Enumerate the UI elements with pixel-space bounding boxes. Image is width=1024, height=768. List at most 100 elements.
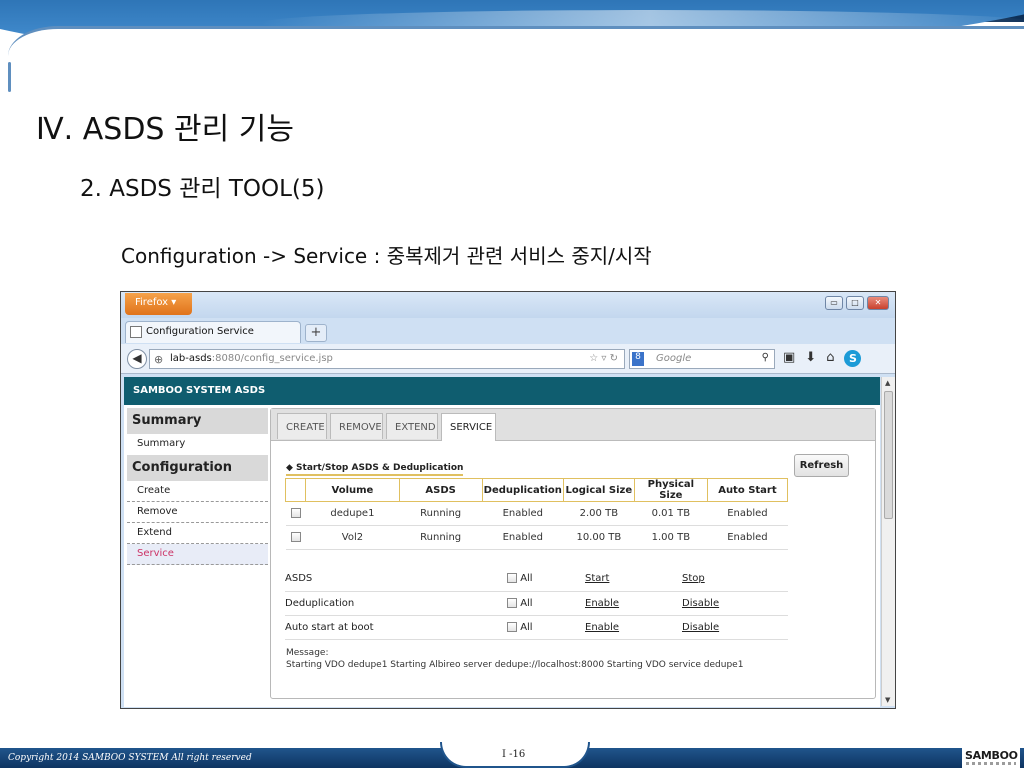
tab-service[interactable]: SERVICE xyxy=(441,413,496,441)
stop-link[interactable]: Stop xyxy=(682,573,705,584)
site-identity-icon: ⊕ xyxy=(154,353,164,366)
scroll-up-icon[interactable]: ▲ xyxy=(885,379,890,387)
search-box[interactable]: 8 Google ⚲ xyxy=(629,349,775,369)
message-area: Message: Starting VDO dedupe1 Starting A… xyxy=(286,647,743,671)
section-title: ◆ Start/Stop ASDS & Deduplication xyxy=(286,463,464,476)
tab-extend[interactable]: EXTEND xyxy=(386,413,438,439)
row-checkbox[interactable] xyxy=(290,532,301,542)
volume-table: Volume ASDS Deduplication Logical Size P… xyxy=(284,478,789,550)
volume-cell: dedupe1 xyxy=(305,501,400,526)
browser-tab-title: Configuration Service xyxy=(146,326,254,337)
page-number: I -16 xyxy=(502,749,526,760)
new-tab-button[interactable]: + xyxy=(305,324,327,342)
all-checkbox[interactable] xyxy=(507,573,517,584)
bookmark-star-icon[interactable]: ☆ ▿ ↻ xyxy=(589,353,618,364)
google-engine-icon[interactable]: 8 xyxy=(632,352,644,366)
column-header: ASDS xyxy=(398,478,483,502)
window-controls: ▭ □ ✕ xyxy=(825,296,889,310)
tab-create[interactable]: CREATE xyxy=(277,413,327,439)
control-row-asds: ASDS All Start Stop xyxy=(285,567,788,592)
row-checkbox[interactable] xyxy=(290,508,301,518)
browser-tab-configuration-service[interactable]: Configuration Service xyxy=(125,321,301,343)
back-arrow-icon[interactable]: ◀ xyxy=(127,349,147,369)
url-path: :8080/config_service.jsp xyxy=(211,353,333,364)
browser-window: Firefox ▾ ▭ □ ✕ Configuration Service + … xyxy=(120,291,896,709)
slide-title: Ⅳ. ASDS 관리 기능 xyxy=(36,112,294,147)
skype-icon[interactable]: S xyxy=(844,350,862,367)
disable-link[interactable]: Disable xyxy=(682,598,719,609)
scroll-thumb[interactable] xyxy=(884,391,893,519)
samboo-logo: SAMBOO xyxy=(962,748,1020,768)
slide-header-band xyxy=(0,0,1024,86)
table-row: Vol2 Running Enabled 10.00 TB 1.00 TB En… xyxy=(285,525,788,550)
logo-text: SAMBOO xyxy=(965,749,1018,762)
enable-link[interactable]: Enable xyxy=(585,598,619,609)
copyright-text: Copyright 2014 SAMBOO SYSTEM All right r… xyxy=(8,753,252,763)
all-checkbox[interactable] xyxy=(507,597,517,608)
message-text: Starting VDO dedupe1 Starting Albireo se… xyxy=(286,660,744,670)
scroll-down-icon[interactable]: ▼ xyxy=(885,696,890,704)
download-icon[interactable]: ⬇ xyxy=(805,350,816,367)
sidebar-item-service[interactable]: Service xyxy=(127,544,268,565)
logical-size-cell: 10.00 TB xyxy=(563,525,635,550)
control-label: Deduplication xyxy=(285,591,507,616)
column-header: Logical Size xyxy=(562,478,635,502)
enable-link[interactable]: Enable xyxy=(585,622,619,633)
column-header: Auto Start xyxy=(706,478,789,502)
search-icon[interactable]: ⚲ xyxy=(762,352,769,363)
maximize-button[interactable]: □ xyxy=(846,296,864,310)
all-label: All xyxy=(520,597,533,609)
firefox-menu-button[interactable]: Firefox ▾ xyxy=(125,293,192,315)
sidebar-item-extend[interactable]: Extend xyxy=(127,523,268,544)
browser-tabbar: Configuration Service + xyxy=(121,318,895,344)
column-header: Volume xyxy=(305,478,400,502)
sidebar-item-remove[interactable]: Remove xyxy=(127,502,268,523)
volume-cell: Vol2 xyxy=(305,525,400,550)
physical-size-cell: 0.01 TB xyxy=(634,501,708,526)
service-panel: CREATE REMOVE EXTEND SERVICE ◆ Start/Sto… xyxy=(270,408,876,699)
dedup-cell: Enabled xyxy=(482,501,564,526)
control-row-auto-start: Auto start at boot All Enable Disable xyxy=(285,615,788,640)
disable-link[interactable]: Disable xyxy=(682,622,719,633)
control-row-deduplication: Deduplication All Enable Disable xyxy=(285,591,788,616)
panel-tabs: CREATE REMOVE EXTEND SERVICE xyxy=(271,409,875,441)
url-host: lab-asds xyxy=(170,353,212,364)
address-bar[interactable]: ⊕ lab-asds:8080/config_service.jsp ☆ ▿ ↻ xyxy=(149,349,625,369)
service-controls-table: ASDS All Start Stop Deduplication All En… xyxy=(285,567,788,640)
all-checkbox[interactable] xyxy=(507,621,517,632)
toolbar-icons: ▣ ⬇ ⌂ S xyxy=(783,350,862,367)
control-label: Auto start at boot xyxy=(285,615,507,640)
tab-remove[interactable]: REMOVE xyxy=(330,413,383,439)
dedup-cell: Enabled xyxy=(482,525,564,550)
asds-cell: Running xyxy=(399,525,483,550)
slide-side-line xyxy=(8,62,11,92)
home-icon[interactable]: ⌂ xyxy=(826,350,834,367)
app-content: Summary Summary Configuration Create Rem… xyxy=(124,405,880,707)
minimize-button[interactable]: ▭ xyxy=(825,296,843,310)
start-link[interactable]: Start xyxy=(585,573,609,584)
control-label: ASDS xyxy=(285,567,507,592)
page-favicon-icon xyxy=(130,326,142,338)
select-column-header xyxy=(284,478,307,502)
browser-titlebar: Firefox ▾ ▭ □ ✕ xyxy=(121,292,895,318)
slide-subtitle: 2. ASDS 관리 TOOL(5) xyxy=(80,176,325,202)
bookmarks-icon[interactable]: ▣ xyxy=(783,350,795,367)
column-header: Physical Size xyxy=(633,478,708,502)
column-header: Deduplication xyxy=(481,478,564,502)
close-button[interactable]: ✕ xyxy=(867,296,889,310)
slide-description: Configuration -> Service : 중복제거 관련 서비스 중… xyxy=(121,244,652,268)
sidebar-item-create[interactable]: Create xyxy=(127,481,268,502)
logical-size-cell: 2.00 TB xyxy=(563,501,635,526)
all-label: All xyxy=(520,621,533,633)
page-scrollbar[interactable]: ▲ ▼ xyxy=(881,377,895,706)
auto-start-cell: Enabled xyxy=(707,525,788,550)
volume-table-header: Volume ASDS Deduplication Logical Size P… xyxy=(284,478,789,502)
logo-dots xyxy=(966,762,1016,765)
refresh-button[interactable]: Refresh xyxy=(794,454,849,477)
browser-navbar: ◀ ⊕ lab-asds:8080/config_service.jsp ☆ ▿… xyxy=(121,344,895,374)
sidebar-item-summary[interactable]: Summary xyxy=(127,434,268,455)
sidebar: Summary Summary Configuration Create Rem… xyxy=(127,408,268,698)
asds-cell: Running xyxy=(399,501,483,526)
app-header: SAMBOO SYSTEM ASDS xyxy=(124,377,880,405)
sidebar-section-summary: Summary xyxy=(127,408,268,434)
